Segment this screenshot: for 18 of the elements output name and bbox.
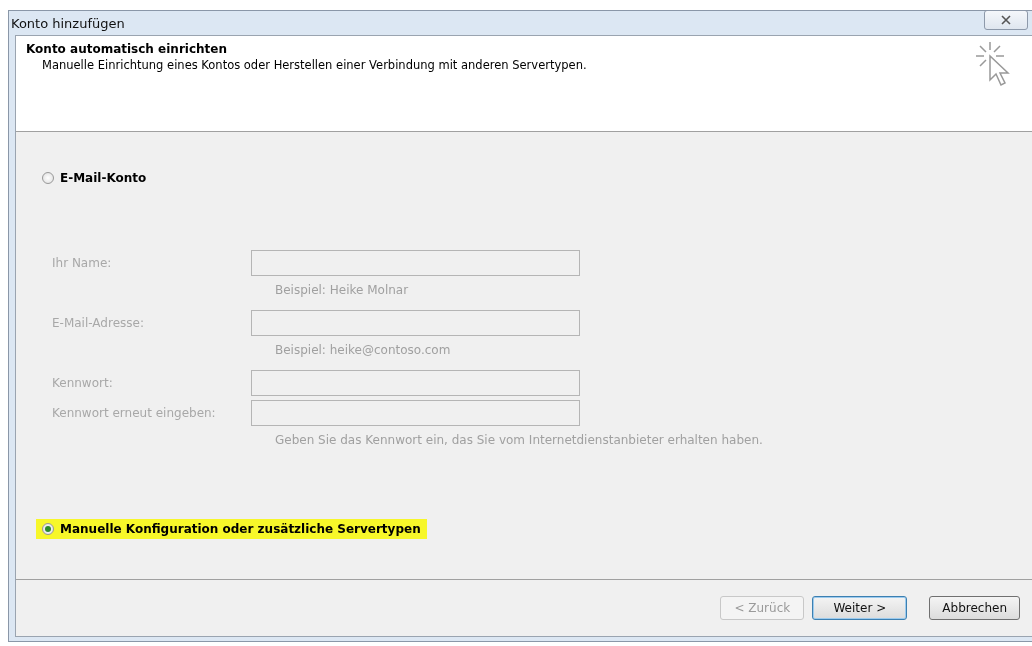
window-title: Konto hinzufügen	[11, 15, 125, 31]
close-icon	[1001, 15, 1011, 25]
field-label: E-Mail-Adresse:	[52, 315, 145, 332]
wizard-button[interactable]: Abbrechen	[929, 596, 1020, 620]
field-label: Ihr Name:	[52, 255, 113, 272]
option-label[interactable]: E-Mail-Konto	[60, 171, 147, 185]
radio-button[interactable]	[42, 172, 54, 184]
option-label[interactable]: Manuelle Konfiguration oder zusätzliche Servertypen	[60, 522, 421, 536]
wizard-button[interactable]: Weiter >	[812, 596, 908, 620]
page-description: Manuelle Einrichtung eines Kontos oder Herstellen einer Verbindung mit anderen Servertypen.	[41, 58, 587, 72]
hint-text: Geben Sie das Kennwort ein, das Sie vom Internetdienstanbieter erhalten haben.	[274, 432, 763, 447]
radio-button[interactable]	[42, 523, 54, 535]
page-heading: Konto automatisch einrichten	[26, 42, 228, 56]
hint-text: Beispiel: Heike Molnar	[274, 282, 410, 297]
field-label: Kennwort erneut eingeben:	[52, 405, 217, 422]
field-label: Kennwort:	[52, 375, 114, 392]
hint-text: Beispiel: heike@contoso.com	[274, 342, 452, 357]
close-button[interactable]	[984, 10, 1028, 30]
